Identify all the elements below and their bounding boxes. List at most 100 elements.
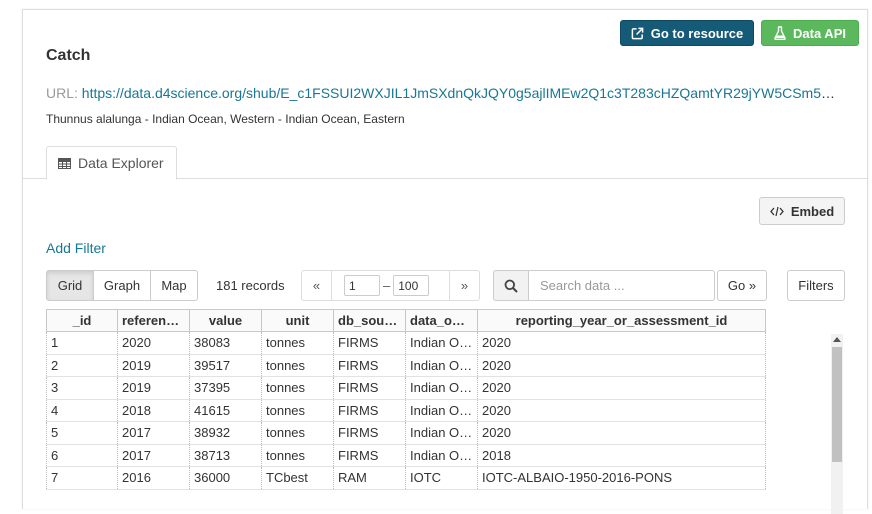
table-cell: IOTC-ALBAIO-1950-2016-PONS [477, 466, 766, 490]
data-api-label: Data API [793, 25, 846, 41]
column-header[interactable]: db_source [333, 309, 406, 332]
search-box [493, 270, 715, 301]
pager: « – » [301, 270, 480, 301]
table-cell: 2016 [117, 466, 190, 490]
table-cell: 3 [46, 376, 118, 400]
table-cell: tonnes [261, 376, 334, 400]
table-cell: 38932 [189, 421, 262, 445]
table-cell: FIRMS [333, 331, 406, 355]
table-row[interactable]: 4201841615tonnesFIRMSIndian Ocean Tuna C… [46, 399, 766, 422]
column-header[interactable]: reporting_year_or_assessment_id [477, 309, 766, 332]
pager-prev-button[interactable]: « [302, 271, 332, 300]
table-icon [58, 157, 71, 169]
table-cell: RAM [333, 466, 406, 490]
pager-next-button[interactable]: » [449, 271, 479, 300]
tab-data-explorer[interactable]: Data Explorer [46, 146, 177, 180]
resource-panel: Go to resource Data API Catch URL: https… [22, 9, 868, 514]
table-cell: 5 [46, 421, 118, 445]
add-filter-link[interactable]: Add Filter [46, 240, 106, 256]
table-cell: Indian Ocean Tuna Commission [405, 354, 478, 377]
table-cell: 38713 [189, 444, 262, 467]
table-row[interactable]: 1202038083tonnesFIRMSIndian Ocean Tuna C… [46, 331, 766, 355]
table-cell: tonnes [261, 399, 334, 422]
table-cell: 37395 [189, 376, 262, 400]
table-row[interactable]: 2201939517tonnesFIRMSIndian Ocean Tuna C… [46, 354, 766, 377]
go-button[interactable]: Go » [717, 270, 767, 301]
table-cell: 2017 [117, 444, 190, 467]
search-input[interactable] [529, 270, 715, 301]
table-cell: 2020 [117, 331, 190, 355]
table-cell: 2020 [477, 399, 766, 422]
table-cell: Indian Ocean Tuna Commission [405, 376, 478, 400]
table-cell: FIRMS [333, 376, 406, 400]
pager-separator: – [383, 278, 391, 293]
column-header[interactable]: _id [46, 309, 118, 332]
view-switcher: Grid Graph Map [46, 270, 198, 301]
data-api-button[interactable]: Data API [761, 20, 859, 46]
resource-description: Thunnus alalunga - Indian Ocean, Western… [46, 112, 405, 126]
page-title: Catch [46, 47, 91, 64]
table-cell: Indian Ocean Tuna Commission [405, 421, 478, 445]
table-cell: tonnes [261, 331, 334, 355]
view-graph-button[interactable]: Graph [93, 270, 151, 301]
table-row[interactable]: 6201738713tonnesFIRMSIndian Ocean Tuna C… [46, 444, 766, 467]
table-cell: 38083 [189, 331, 262, 355]
pager-to-input[interactable] [393, 275, 430, 296]
table-cell: Indian Ocean Tuna Commission [405, 331, 478, 355]
column-header[interactable]: value [189, 309, 262, 332]
table-cell: 1 [46, 331, 118, 355]
grid-body: 1202038083tonnesFIRMSIndian Ocean Tuna C… [46, 331, 766, 490]
search-icon [493, 270, 529, 301]
resource-url: URL: https://data.d4science.org/shub/E_c… [46, 85, 841, 101]
data-grid: _id reference_year value unit db_source … [46, 309, 766, 490]
table-cell: tonnes [261, 444, 334, 467]
view-map-button[interactable]: Map [150, 270, 198, 301]
table-cell: Indian Ocean Tuna Commission [405, 444, 478, 467]
table-cell: 6 [46, 444, 118, 467]
scroll-up-arrow-icon[interactable] [833, 337, 841, 342]
table-cell: 2018 [117, 399, 190, 422]
table-row[interactable]: 5201738932tonnesFIRMSIndian Ocean Tuna C… [46, 421, 766, 445]
go-to-resource-label: Go to resource [650, 25, 744, 41]
table-cell: FIRMS [333, 399, 406, 422]
table-cell: FIRMS [333, 421, 406, 445]
column-header[interactable]: unit [261, 309, 334, 332]
table-cell: 36000 [189, 466, 262, 490]
table-cell: TCbest [261, 466, 334, 490]
table-cell: 2020 [477, 331, 766, 355]
url-label: URL: [46, 85, 78, 101]
embed-label: Embed [790, 203, 835, 219]
pager-from-input[interactable] [344, 275, 380, 296]
go-to-resource-button[interactable]: Go to resource [620, 20, 754, 46]
view-grid-button[interactable]: Grid [46, 270, 94, 301]
table-cell: FIRMS [333, 354, 406, 377]
table-cell: IOTC [405, 466, 478, 490]
flask-icon [774, 26, 786, 40]
table-cell: 4 [46, 399, 118, 422]
table-cell: 2019 [117, 354, 190, 377]
table-cell: 7 [46, 466, 118, 490]
table-cell: 41615 [189, 399, 262, 422]
table-cell: tonnes [261, 421, 334, 445]
resource-url-link[interactable]: https://data.d4science.org/shub/E_c1FSSU… [82, 85, 841, 101]
table-cell: 39517 [189, 354, 262, 377]
tab-data-explorer-label: Data Explorer [78, 155, 164, 171]
table-cell: Indian Ocean Tuna Commission [405, 399, 478, 422]
code-icon [769, 206, 784, 217]
table-cell: 2020 [477, 354, 766, 377]
column-header[interactable]: data_owner [405, 309, 478, 332]
table-row[interactable]: 3201937395tonnesFIRMSIndian Ocean Tuna C… [46, 376, 766, 400]
external-link-icon [631, 27, 644, 40]
grid-scrollbar[interactable] [831, 334, 843, 514]
column-header[interactable]: reference_year [117, 309, 190, 332]
table-cell: 2 [46, 354, 118, 377]
table-cell: 2020 [477, 421, 766, 445]
table-cell: 2019 [117, 376, 190, 400]
embed-button[interactable]: Embed [759, 197, 845, 225]
table-row[interactable]: 7 2016 36000 TCbest RAM IOTC IOTC-ALBAIO-1950-… [46, 466, 766, 490]
table-cell: 2018 [477, 444, 766, 467]
filters-button[interactable]: Filters [787, 270, 845, 301]
table-cell: tonnes [261, 354, 334, 377]
table-cell: 2020 [477, 376, 766, 400]
scrollbar-thumb[interactable] [832, 347, 842, 462]
